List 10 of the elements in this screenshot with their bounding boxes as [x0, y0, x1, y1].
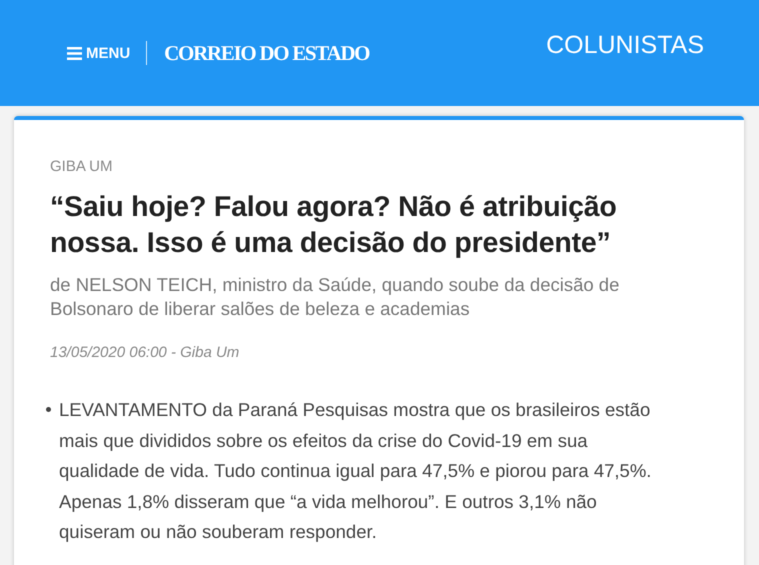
- menu-button[interactable]: MENU: [67, 44, 130, 62]
- bullet-text: LEVANTAMENTO da Paraná Pesquisas mostra que os brasileiros estão mais que divididos sobre os efeitos da crise do Covid-19 em sua qualidade de vida. Tudo continua igual para 47,5% e piorou para 47,5%. Apenas 1,8% disseram que “a vida melhorou”. E outros 3,1% não quiseram ou não souberam responder.: [59, 398, 652, 544]
- column-label: GIBA UM: [50, 158, 114, 175]
- article-subtitle: de NELSON TEICH, ministro da Saúde, quando soube da decisão de Bolsonaro de liberar salões de beleza e academias: [50, 273, 620, 321]
- site-logo[interactable]: CORREIO DO ESTADO: [164, 41, 370, 65]
- section-link[interactable]: COLUNISTAS: [546, 30, 704, 60]
- article-title: “Saiu hoje? Falou agora? Não é atribuição nossa. Isso é uma decisão do presidente”: [50, 190, 618, 261]
- menu-icon: [67, 46, 82, 60]
- article-meta: 13/05/2020 06:00 - Giba Um: [50, 344, 240, 361]
- bullet-icon: [46, 407, 51, 412]
